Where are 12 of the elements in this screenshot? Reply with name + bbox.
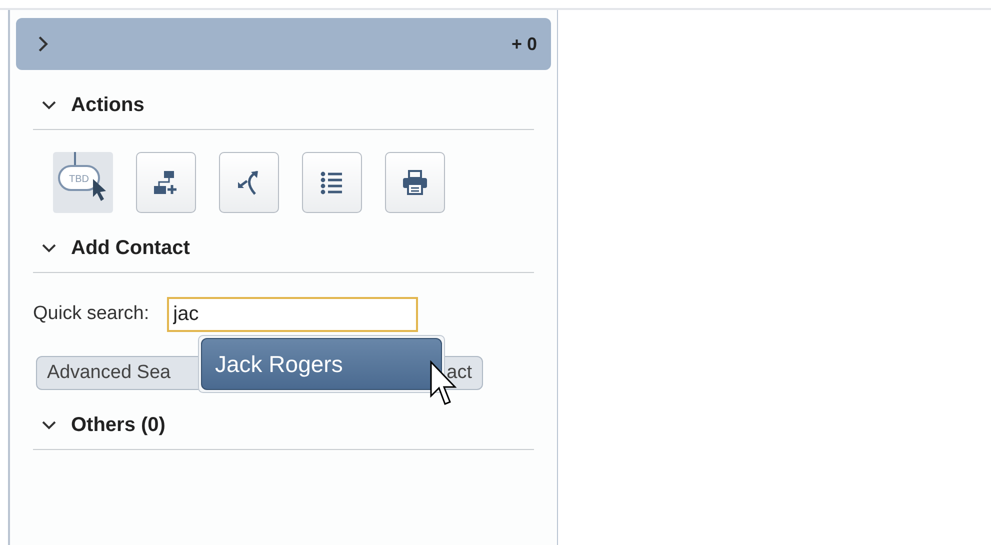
toolbar-button[interactable] bbox=[136, 152, 196, 213]
toolbar-button[interactable] bbox=[385, 152, 445, 213]
printer-icon bbox=[401, 168, 429, 196]
suggestion-item[interactable]: Jack Rogers bbox=[201, 338, 442, 390]
section-header[interactable]: Actions bbox=[33, 70, 534, 130]
section-header[interactable]: Add Contact bbox=[33, 213, 534, 273]
toolbar-button[interactable] bbox=[219, 152, 279, 213]
panel-header[interactable]: + 0 bbox=[16, 18, 551, 70]
count-label: + 0 bbox=[511, 32, 537, 56]
toolbar-button[interactable] bbox=[302, 152, 362, 213]
section-header[interactable]: Others (0) bbox=[33, 390, 534, 450]
field-label: Quick search: bbox=[33, 302, 150, 326]
